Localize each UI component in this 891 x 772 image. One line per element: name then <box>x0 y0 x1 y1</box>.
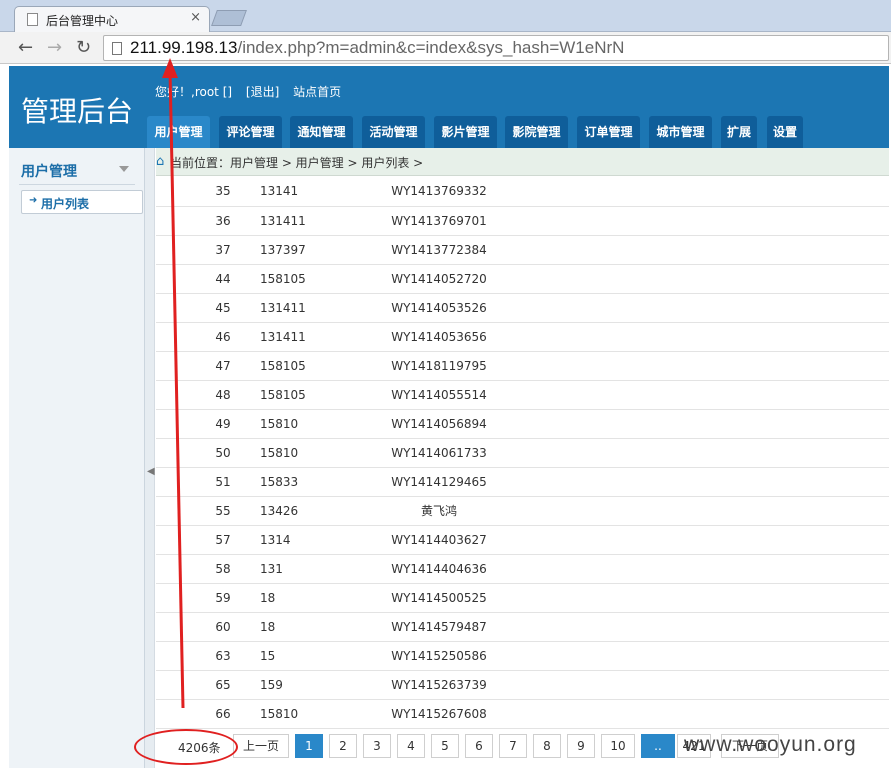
annotation-arrow-head <box>162 58 178 78</box>
annotation-overlay <box>162 58 185 709</box>
watermark-text: www.wooyun.org <box>684 733 857 756</box>
annotation-arrow-line <box>168 69 185 709</box>
annotation-ellipse <box>134 729 238 765</box>
